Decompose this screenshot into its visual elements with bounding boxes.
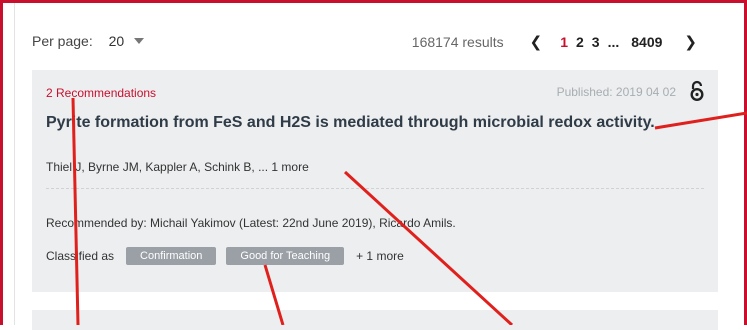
classification-badge-teaching[interactable]: Good for Teaching — [226, 247, 345, 265]
results-count: 168174 results — [411, 34, 504, 50]
classification-row: Classified as Confirmation Good for Teac… — [46, 247, 404, 265]
per-page-select[interactable]: 20 — [109, 33, 145, 49]
per-page-control: Per page: 20 — [32, 33, 145, 49]
card-divider — [46, 188, 704, 189]
more-classifications-link[interactable]: + 1 more — [356, 249, 404, 263]
per-page-value: 20 — [108, 33, 125, 49]
page-link-1[interactable]: 1 — [560, 34, 568, 50]
article-authors[interactable]: Thiel J, Byrne JM, Kappler A, Schink B, … — [46, 160, 309, 174]
article-card: 2 Recommendations Published: 2019 04 02 … — [32, 70, 718, 292]
next-article-card — [32, 310, 718, 330]
per-page-label: Per page: — [32, 33, 93, 49]
article-title[interactable]: Pyrite formation from FeS and H2S is med… — [46, 114, 655, 132]
pagination: 168174 results ❮ 1 2 3 ... 8409 ❯ — [412, 33, 697, 51]
page-ellipsis: ... — [607, 34, 620, 50]
open-access-lock-icon — [690, 80, 704, 102]
chevron-left-icon[interactable]: ❮ — [530, 33, 543, 51]
recommendations-link[interactable]: 2 Recommendations — [46, 86, 156, 100]
published-date: Published: 2019 04 02 — [556, 85, 676, 99]
left-divider — [14, 3, 15, 325]
page-link-3[interactable]: 3 — [592, 34, 600, 50]
page-link-2[interactable]: 2 — [576, 34, 584, 50]
page-link-last[interactable]: 8409 — [631, 34, 662, 50]
chevron-right-icon[interactable]: ❯ — [684, 33, 697, 51]
classified-label: Classified as — [46, 249, 115, 263]
classification-badge-confirmation[interactable]: Confirmation — [126, 247, 217, 265]
chevron-down-icon — [134, 38, 145, 44]
recommended-by: Recommended by: Michail Yakimov (Latest:… — [46, 216, 456, 230]
